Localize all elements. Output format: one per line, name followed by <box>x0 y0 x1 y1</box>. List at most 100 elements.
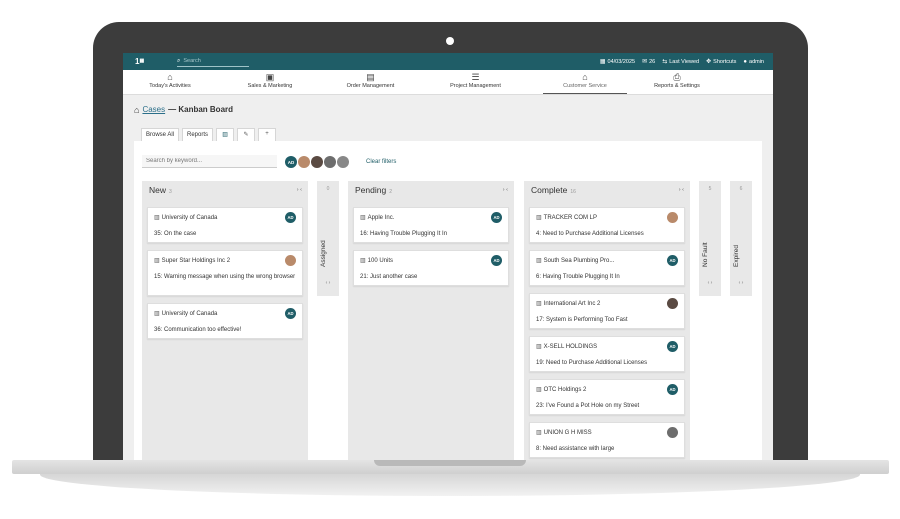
avatar <box>285 255 296 266</box>
collapse-arrows-icon[interactable]: › ‹ <box>679 187 684 193</box>
expand-arrows-icon[interactable]: ‹ › <box>317 280 339 286</box>
card-company: Super Star Holdings Inc 2 <box>161 257 231 264</box>
case-card[interactable]: ▥ X-SELL HOLDINGS AD 19: Need to Purchase… <box>529 336 685 372</box>
card-company: University of Canada <box>161 214 218 221</box>
app-screen: 1▦ ⌕ ▦04/03/2025 ✉26 ⇆Last Viewed ✥Short… <box>123 53 773 460</box>
avatar[interactable] <box>337 156 349 168</box>
case-card[interactable]: ▥ South Sea Plumbing Pro... AD 6: Having … <box>529 250 685 286</box>
messages-button[interactable]: ✉ 26 <box>642 59 655 65</box>
nav-order-management[interactable]: ▤ Order Management <box>333 70 408 94</box>
shortcuts-icon: ✥ <box>706 58 712 65</box>
top-bar: 1▦ ⌕ ▦04/03/2025 ✉26 ⇆Last Viewed ✥Short… <box>123 53 773 70</box>
nav-reports-settings[interactable]: ⎙ Reports & Settings <box>641 70 713 94</box>
column-count: 2 <box>389 189 392 195</box>
collapse-arrows-icon[interactable]: › ‹ <box>503 187 508 193</box>
column-title: Pending <box>355 185 387 195</box>
avatar[interactable] <box>298 156 310 168</box>
global-search[interactable]: ⌕ <box>177 57 249 67</box>
case-card[interactable]: ▥ 100 Units AD 21: Just another case <box>353 250 509 286</box>
tab-edit[interactable]: ✎ <box>237 128 256 141</box>
user-menu[interactable]: ● admin <box>743 59 764 65</box>
column-count: 16 <box>570 189 576 195</box>
card-case-title: 21: Just another case <box>360 274 418 280</box>
keyword-search-input[interactable] <box>142 155 277 168</box>
case-card[interactable]: ▥ International Art Inc 2 17: System is P… <box>529 293 685 329</box>
column-assigned[interactable]: 0 Assigned ‹ › <box>317 181 339 296</box>
case-card[interactable]: ▥ OTC Holdings 2 AD 23: I've Found a Pot … <box>529 379 685 415</box>
case-card[interactable]: ▥ University of Canada AD 35: On the case <box>147 207 303 243</box>
column-expired[interactable]: 6 Expired ‹ › <box>730 181 752 296</box>
card-company: X-SELL HOLDINGS <box>543 343 598 350</box>
collapse-arrows-icon[interactable]: › ‹ <box>297 187 302 193</box>
date-display[interactable]: ▦ 04/03/2025 <box>600 59 635 65</box>
card-case-title: 15: Warning message when using the wrong… <box>154 274 296 280</box>
messages-count: 26 <box>649 58 656 65</box>
building-icon: ▥ <box>360 215 366 221</box>
shortcuts-button[interactable]: ✥ Shortcuts <box>706 59 736 65</box>
breadcrumb: ⌂ Cases — Kanban Board <box>134 105 233 114</box>
laptop-notch <box>374 460 526 466</box>
avatar <box>667 298 678 309</box>
case-card[interactable]: ▥ TRACKER COM LP 4: Need to Purchase Addi… <box>529 207 685 243</box>
column-header: New 3 <box>149 185 172 195</box>
column-count: 6 <box>739 186 743 192</box>
card-company: 100 Units <box>367 257 394 264</box>
column-header: Complete 16 <box>531 185 576 195</box>
tab-kanban[interactable]: ▥ <box>216 128 235 141</box>
building-icon: ▥ <box>154 311 160 317</box>
nav-label: Project Management <box>450 83 501 89</box>
tasks-icon: ☰ <box>471 72 480 82</box>
nav-customer-service[interactable]: ⌂ Customer Service <box>543 70 627 94</box>
avatar[interactable] <box>311 156 323 168</box>
card-company: UNION G H MISS <box>543 429 592 436</box>
laptop-foot <box>40 474 860 496</box>
column-no-fault[interactable]: 5 No Fault ‹ › <box>699 181 721 296</box>
nav-label: Sales & Marketing <box>247 83 293 89</box>
avatar[interactable]: AD <box>285 156 297 168</box>
tab-add[interactable]: + <box>258 128 277 141</box>
clipboard-icon: ▤ <box>366 72 375 82</box>
home-icon: ⌂ <box>167 72 173 82</box>
global-search-input[interactable] <box>183 58 244 64</box>
last-viewed-button[interactable]: ⇆ Last Viewed <box>662 59 699 65</box>
tab-reports[interactable]: Reports <box>182 128 214 141</box>
case-card[interactable]: ▥ Super Star Holdings Inc 2 15: Warning m… <box>147 250 303 296</box>
avatar: AD <box>667 384 678 395</box>
shortcuts-label: Shortcuts <box>713 58 737 65</box>
nav-project-management[interactable]: ☰ Project Management <box>438 70 513 94</box>
nav-todays-activities[interactable]: ⌂ Today's Activities <box>135 70 205 94</box>
avatar[interactable] <box>324 156 336 168</box>
case-card[interactable]: ▥ Apple Inc. AD 16: Having Trouble Pluggi… <box>353 207 509 243</box>
expand-arrows-icon[interactable]: ‹ › <box>730 280 752 286</box>
card-case-title: 36: Communication too effective! <box>154 327 242 333</box>
nav-label: Customer Service <box>563 83 607 89</box>
laptop-mockup: 1▦ ⌕ ▦04/03/2025 ✉26 ⇆Last Viewed ✥Short… <box>0 0 900 519</box>
column-complete: Complete 16 › ‹ ▥ TRACKER COM LP 4: Need t… <box>524 181 690 460</box>
avatar <box>667 427 678 438</box>
building-icon: ▥ <box>154 215 160 221</box>
avatar: AD <box>285 212 296 223</box>
inbox-icon: ⌂ <box>134 104 140 115</box>
expand-arrows-icon[interactable]: ‹ › <box>699 280 721 286</box>
building-icon: ▥ <box>536 430 542 436</box>
building-icon: ▥ <box>536 387 542 393</box>
breadcrumb-cases-link[interactable]: Cases <box>142 105 165 114</box>
case-card[interactable]: ▥ UNION G H MISS 8: Need assistance with … <box>529 422 685 458</box>
nav-sales-marketing[interactable]: ▣ Sales & Marketing <box>235 70 305 94</box>
clear-filters-link[interactable]: Clear filters <box>366 159 396 165</box>
last-viewed-label: Last Viewed <box>669 58 700 65</box>
column-pending: Pending 2 › ‹ ▥ Apple Inc. AD 16: Having T… <box>348 181 514 460</box>
avatar: AD <box>491 212 502 223</box>
search-icon: ⌕ <box>177 58 181 64</box>
card-company: Apple Inc. <box>367 214 395 221</box>
column-title: New <box>149 185 167 195</box>
column-count: 5 <box>708 186 712 192</box>
card-case-title: 16: Having Trouble Plugging It In <box>360 231 448 237</box>
case-card[interactable]: ▥ University of Canada AD 36: Communicati… <box>147 303 303 339</box>
app-logo[interactable]: 1▦ <box>135 56 151 67</box>
avatar: AD <box>491 255 502 266</box>
card-case-title: 4: Need to Purchase Additional Licenses <box>536 231 644 237</box>
column-header: Pending 2 <box>355 185 392 195</box>
card-company: South Sea Plumbing Pro... <box>543 257 615 264</box>
tab-browse-all[interactable]: Browse All <box>141 128 180 141</box>
